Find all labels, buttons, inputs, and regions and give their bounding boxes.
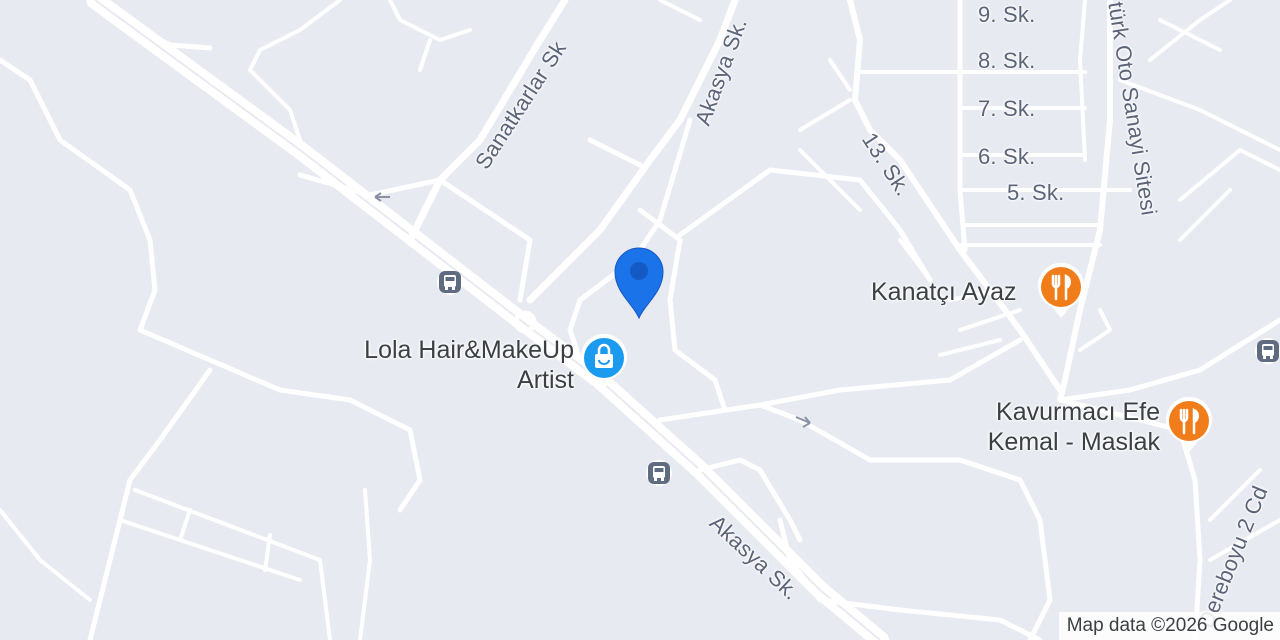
place-name-line1: Kanatçı Ayaz — [871, 278, 1017, 306]
fork-knife-icon[interactable] — [1164, 396, 1214, 454]
road-network — [0, 0, 1280, 640]
street-label-8-sk: 8. Sk. — [978, 48, 1036, 73]
place-label-lola[interactable]: Lola Hair&MakeUp Artist — [342, 335, 574, 395]
map-pin-icon[interactable] — [611, 244, 667, 320]
map-canvas[interactable]: Sanatkarlar Sk Akasya Sk. Akasya Sk. 13.… — [0, 0, 1280, 640]
place-label-kanatci[interactable]: Kanatçı Ayaz — [871, 277, 1016, 307]
bus-stop-icon[interactable] — [1254, 337, 1280, 365]
shopping-bag-icon[interactable] — [579, 333, 629, 391]
bus-stop-icon[interactable] — [436, 268, 464, 296]
bus-stop-icon[interactable] — [645, 459, 673, 487]
fork-knife-icon[interactable] — [1036, 262, 1086, 320]
street-label-6-sk: 6. Sk. — [978, 144, 1036, 169]
street-label-9-sk: 9. Sk. — [978, 2, 1036, 27]
place-name-line1: Kavurmacı Efe — [996, 398, 1160, 426]
place-name-line2: Kemal - Maslak — [987, 428, 1160, 456]
map-attribution[interactable]: Map data ©2026 Google — [1058, 612, 1280, 640]
street-label-7-sk: 7. Sk. — [978, 96, 1036, 121]
place-label-kavurmaci[interactable]: Kavurmacı Efe Kemal - Maslak — [970, 397, 1160, 457]
street-label-5-sk: 5. Sk. — [1007, 180, 1065, 205]
place-name-line1: Lola Hair&MakeUp — [364, 336, 574, 364]
place-name-line2: Artist — [517, 366, 574, 394]
